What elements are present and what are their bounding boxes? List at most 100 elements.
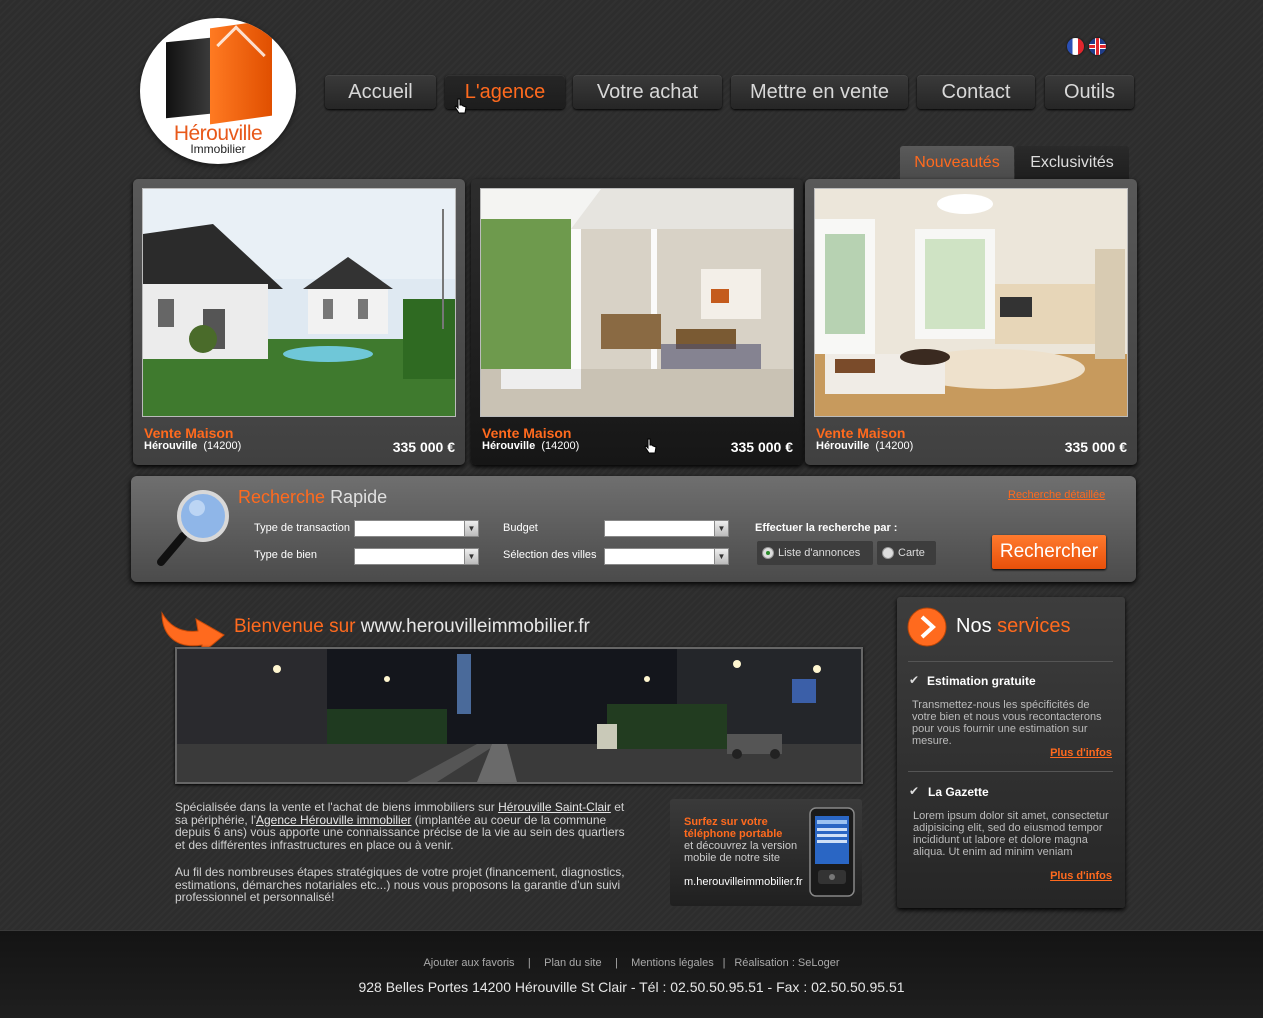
listing-title: Vente Maison xyxy=(144,425,234,441)
listing-location: Hérouville (14200) xyxy=(816,440,913,452)
welcome-banner-night-street xyxy=(175,647,863,784)
property-type-select[interactable]: ▼ xyxy=(354,548,479,565)
transaction-select[interactable]: ▼ xyxy=(354,520,479,537)
footer-links: Ajouter aux favoris | Plan du site | Men… xyxy=(0,953,1263,971)
nav-outils[interactable]: Outils xyxy=(1045,75,1134,109)
welcome-title-url: www.herouvilleimmobilier.fr xyxy=(360,616,590,637)
welcome-text: professionnel et personnalisé! xyxy=(175,890,335,904)
chevron-right-circle-icon xyxy=(907,607,947,647)
service-text-line: adipisicing elit, sed do eiusmod tempor xyxy=(913,822,1103,834)
footer-link-plan[interactable]: Plan du site xyxy=(544,957,601,969)
service-text-line: Transmettez-nous les spécificités de xyxy=(912,699,1090,711)
footer-link-mentions[interactable]: Mentions légales xyxy=(631,957,714,969)
listing-photo-house-pool xyxy=(142,188,456,417)
mobile-site-box[interactable]: Surfez sur votre téléphone portable et dé… xyxy=(670,799,862,906)
logo-subtitle: Immobilier xyxy=(190,142,246,156)
welcome-text: et des différentes infrastructures en pl… xyxy=(175,837,454,852)
search-title: Recherche Rapide xyxy=(238,487,387,508)
radio-selected-icon xyxy=(762,547,774,559)
radio-list-mode[interactable]: Liste d'annonces xyxy=(757,541,873,565)
services-panel: Nos services Estimation gratuite ✔ Trans… xyxy=(897,597,1125,908)
listing-location: Hérouville (14200) xyxy=(144,440,241,452)
mobile-url[interactable]: m.herouvilleimmobilier.fr xyxy=(684,876,803,888)
cities-select[interactable]: ▼ xyxy=(604,548,729,565)
footer: Ajouter aux favoris | Plan du site | Men… xyxy=(0,930,1263,1018)
cities-label: Sélection des villes xyxy=(503,549,597,561)
welcome-text: et xyxy=(610,800,625,814)
flag-france-icon[interactable] xyxy=(1067,38,1084,55)
nav-contact[interactable]: Contact xyxy=(917,75,1035,109)
mobile-text-line: et découvrez la version xyxy=(684,840,798,852)
listing-city: Hérouville xyxy=(816,440,870,452)
listing-city: Hérouville xyxy=(482,440,536,452)
property-type-label: Type de bien xyxy=(254,549,317,561)
footer-link-favoris[interactable]: Ajouter aux favoris xyxy=(423,957,514,969)
footer-separator: | xyxy=(722,957,726,969)
service-title: Estimation gratuite xyxy=(927,674,1036,688)
listing-zip: (14200) xyxy=(541,440,580,452)
radio-map-mode[interactable]: Carte xyxy=(877,541,936,565)
smartphone-icon xyxy=(809,807,855,897)
listing-photo-bedroom xyxy=(814,188,1128,417)
footer-address: 928 Belles Portes 14200 Hérouville St Cl… xyxy=(358,979,905,995)
tab-nouveautes[interactable]: Nouveautés xyxy=(900,146,1014,180)
listing-location: Hérouville (14200) xyxy=(482,440,579,452)
radio-unselected-icon xyxy=(882,547,894,559)
listing-photo-open-living xyxy=(480,188,794,417)
hand-cursor-icon xyxy=(644,438,657,454)
nav-mettre-en-vente[interactable]: Mettre en vente xyxy=(731,75,908,109)
listing-title: Vente Maison xyxy=(816,425,906,441)
chevron-down-icon: ▼ xyxy=(714,521,728,536)
service-text-line: pour vous fournir une estimation sur xyxy=(912,723,1088,735)
transaction-label: Type de transaction xyxy=(254,522,351,534)
chevron-down-icon: ▼ xyxy=(714,549,728,564)
flag-uk-icon[interactable] xyxy=(1089,38,1106,55)
listing-price: 335 000 € xyxy=(730,439,793,455)
service-text-line: aliqua. Ut enim ad minim veniam xyxy=(913,846,1073,858)
listing-zip: (14200) xyxy=(875,440,914,452)
mobile-text-line: mobile de notre site xyxy=(684,852,780,864)
listing-price: 335 000 € xyxy=(392,439,455,455)
welcome-title-accent: Bienvenue sur xyxy=(234,616,356,637)
more-info-link[interactable]: Plus d'infos xyxy=(1050,870,1112,882)
site-logo[interactable]: Hérouville Immobilier xyxy=(140,18,296,164)
magnifier-icon xyxy=(157,490,229,566)
search-title-accent: Recherche xyxy=(238,487,326,507)
search-title-main: Rapide xyxy=(330,487,388,507)
tab-exclusivites[interactable]: Exclusivités xyxy=(1015,146,1129,180)
footer-separator: | xyxy=(527,957,531,969)
mobile-text: et découvrez la version mobile de notre s… xyxy=(684,840,797,864)
listing-card[interactable]: Vente Maison Hérouville (14200) 335 000 … xyxy=(471,179,803,465)
listing-title: Vente Maison xyxy=(482,425,572,441)
search-button[interactable]: Rechercher xyxy=(992,535,1106,569)
hand-cursor-icon xyxy=(454,98,467,114)
welcome-paragraph-1: Spécialisée dans la vente et l'achat de … xyxy=(175,801,665,851)
mobile-title-line: téléphone portable xyxy=(684,828,783,840)
service-title: La Gazette xyxy=(928,785,989,799)
chevron-down-icon: ▼ xyxy=(464,521,478,536)
nav-votre-achat[interactable]: Votre achat xyxy=(573,75,722,109)
logo-dark-block xyxy=(166,37,210,119)
welcome-title: Bienvenue sur www.herouvilleimmobilier.f… xyxy=(234,616,590,638)
mobile-title: Surfez sur votre téléphone portable xyxy=(684,816,782,840)
listing-card[interactable]: Vente Maison Hérouville (14200) 335 000 … xyxy=(805,179,1137,465)
listing-price: 335 000 € xyxy=(1064,439,1127,455)
listing-city: Hérouville xyxy=(144,440,198,452)
check-icon: ✔ xyxy=(909,673,920,687)
search-mode-label: Effectuer la recherche par : xyxy=(755,522,898,534)
listing-card[interactable]: Vente Maison Hérouville (14200) 335 000 … xyxy=(133,179,465,465)
footer-separator: | xyxy=(614,957,618,969)
more-info-link[interactable]: Plus d'infos xyxy=(1050,747,1112,759)
nav-accueil[interactable]: Accueil xyxy=(325,75,436,109)
budget-label: Budget xyxy=(503,522,538,534)
services-title-accent: services xyxy=(997,615,1071,637)
footer-link-realisation[interactable]: Réalisation : SeLoger xyxy=(734,957,839,969)
services-title-main: Nos xyxy=(956,615,992,637)
radio-list-label: Liste d'annonces xyxy=(778,547,861,559)
service-text-line: Lorem ipsum dolor sit amet, consectetur xyxy=(913,810,1109,822)
advanced-search-link[interactable]: Recherche détaillée xyxy=(1008,489,1105,501)
quick-search-panel: Recherche Rapide Recherche détaillée Typ… xyxy=(131,476,1136,582)
service-text-line: votre bien et nous vous recontacterons xyxy=(912,711,1102,723)
divider xyxy=(908,771,1113,772)
budget-select[interactable]: ▼ xyxy=(604,520,729,537)
